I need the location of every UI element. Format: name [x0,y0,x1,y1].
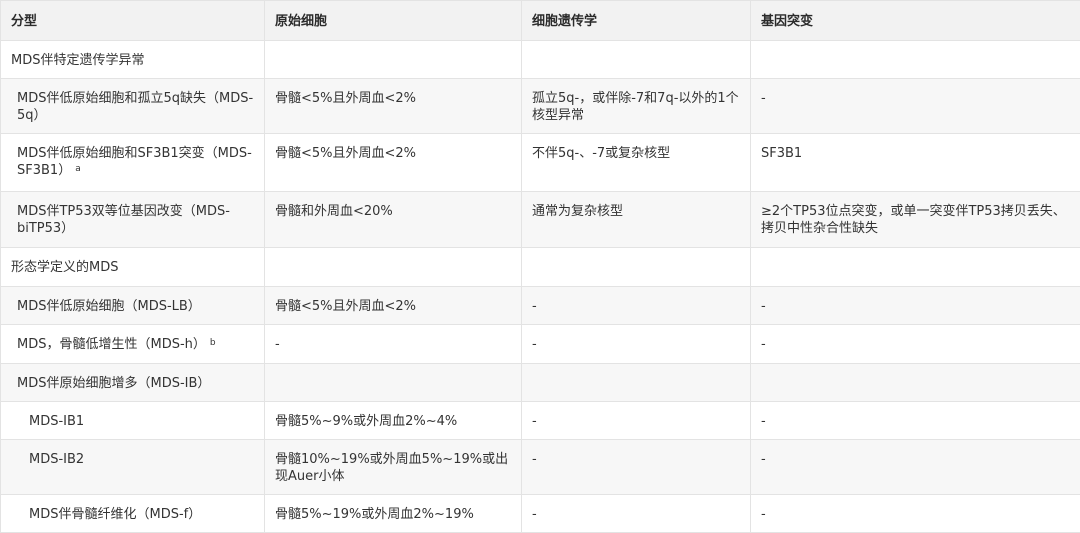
cell-cytogenetics: 不伴5q-、-7或复杂核型 [522,134,751,192]
cell-cytogenetics: - [522,325,751,364]
subtype-text: MDS伴原始细胞增多（MDS-IB） [17,376,210,391]
cell-cytogenetics: - [522,287,751,325]
cell-mutations: ≥2个TP53位点突变，或单一突变伴TP53拷贝丢失、拷贝中性杂合性缺失 [751,192,1080,248]
cell-mutations [751,364,1080,402]
cell-blasts: 骨髓<5%且外周血<2% [265,79,522,134]
cell-cytogenetics: - [522,402,751,440]
table-row: MDS伴低原始细胞（MDS-LB） 骨髓<5%且外周血<2% - - [1,287,1080,325]
cell-subtype: MDS，骨髓低增生性（MDS-h） b [1,325,265,364]
cell-mutations: - [751,440,1080,495]
cell-subtype: MDS伴低原始细胞（MDS-LB） [1,287,265,325]
mds-classification-table: 分型 原始细胞 细胞遗传学 基因突变 MDS伴特定遗传学异常 MDS伴低原始细胞… [0,0,1080,533]
header-mutations: 基因突变 [751,1,1080,41]
subtype-text: MDS-IB2 [29,452,84,467]
cell-blasts: - [265,325,522,364]
cell-blasts: 骨髓5%~9%或外周血2%~4% [265,402,522,440]
subtype-text: MDS伴骨髓纤维化（MDS-f） [29,507,201,522]
table-row: MDS伴原始细胞增多（MDS-IB） [1,364,1080,402]
cell-mutations: - [751,79,1080,134]
cell-mutations: - [751,325,1080,364]
table-body: MDS伴特定遗传学异常 MDS伴低原始细胞和孤立5q缺失（MDS-5q） 骨髓<… [1,41,1080,533]
table-row: MDS伴低原始细胞和SF3B1突变（MDS-SF3B1）a 骨髓<5%且外周血<… [1,134,1080,192]
table-row: MDS-IB1 骨髓5%~9%或外周血2%~4% - - [1,402,1080,440]
cell-mutations [751,248,1080,287]
subtype-text: MDS伴低原始细胞和SF3B1突变（MDS-SF3B1） [17,146,252,178]
table-row: MDS-IB2 骨髓10%~19%或外周血5%~19%或出现Auer小体 - - [1,440,1080,495]
header-subtype: 分型 [1,1,265,41]
subtype-text: MDS，骨髓低增生性（MDS-h） [17,337,206,352]
footnote-marker: b [210,338,216,348]
cell-subtype: MDS伴TP53双等位基因改变（MDS-biTP53） [1,192,265,248]
cell-subtype: MDS-IB2 [1,440,265,495]
cell-subtype: MDS-IB1 [1,402,265,440]
cell-cytogenetics: 通常为复杂核型 [522,192,751,248]
table-row: 形态学定义的MDS [1,248,1080,287]
footnote-marker: a [75,164,81,174]
cell-blasts: 骨髓<5%且外周血<2% [265,287,522,325]
table-row: MDS伴TP53双等位基因改变（MDS-biTP53） 骨髓和外周血<20% 通… [1,192,1080,248]
cell-cytogenetics [522,41,751,79]
cell-blasts [265,364,522,402]
cell-mutations: - [751,287,1080,325]
subtype-text: MDS伴低原始细胞（MDS-LB） [17,299,201,314]
cell-blasts: 骨髓和外周血<20% [265,192,522,248]
subtype-text: MDS-IB1 [29,414,84,429]
cell-subtype: MDS伴原始细胞增多（MDS-IB） [1,364,265,402]
cell-blasts: 骨髓<5%且外周血<2% [265,134,522,192]
header-cytogenetics: 细胞遗传学 [522,1,751,41]
cell-cytogenetics [522,248,751,287]
cell-mutations: SF3B1 [751,134,1080,192]
cell-subtype: MDS伴低原始细胞和SF3B1突变（MDS-SF3B1）a [1,134,265,192]
header-row: 分型 原始细胞 细胞遗传学 基因突变 [1,1,1080,41]
table-header: 分型 原始细胞 细胞遗传学 基因突变 [1,1,1080,41]
section-label: MDS伴特定遗传学异常 [1,41,265,79]
header-blasts: 原始细胞 [265,1,522,41]
subtype-text: MDS伴TP53双等位基因改变（MDS-biTP53） [17,204,230,236]
cell-mutations [751,41,1080,79]
cell-cytogenetics: 孤立5q-，或伴除-7和7q-以外的1个核型异常 [522,79,751,134]
table-row: MDS伴低原始细胞和孤立5q缺失（MDS-5q） 骨髓<5%且外周血<2% 孤立… [1,79,1080,134]
cell-blasts [265,248,522,287]
cell-blasts [265,41,522,79]
table-row: MDS，骨髓低增生性（MDS-h） b - - - [1,325,1080,364]
cell-blasts: 骨髓10%~19%或外周血5%~19%或出现Auer小体 [265,440,522,495]
cell-cytogenetics [522,364,751,402]
cell-mutations: - [751,402,1080,440]
cell-cytogenetics: - [522,440,751,495]
section-label: 形态学定义的MDS [1,248,265,287]
table-row: MDS伴特定遗传学异常 [1,41,1080,79]
subtype-text: MDS伴低原始细胞和孤立5q缺失（MDS-5q） [17,91,253,123]
cell-subtype: MDS伴低原始细胞和孤立5q缺失（MDS-5q） [1,79,265,134]
